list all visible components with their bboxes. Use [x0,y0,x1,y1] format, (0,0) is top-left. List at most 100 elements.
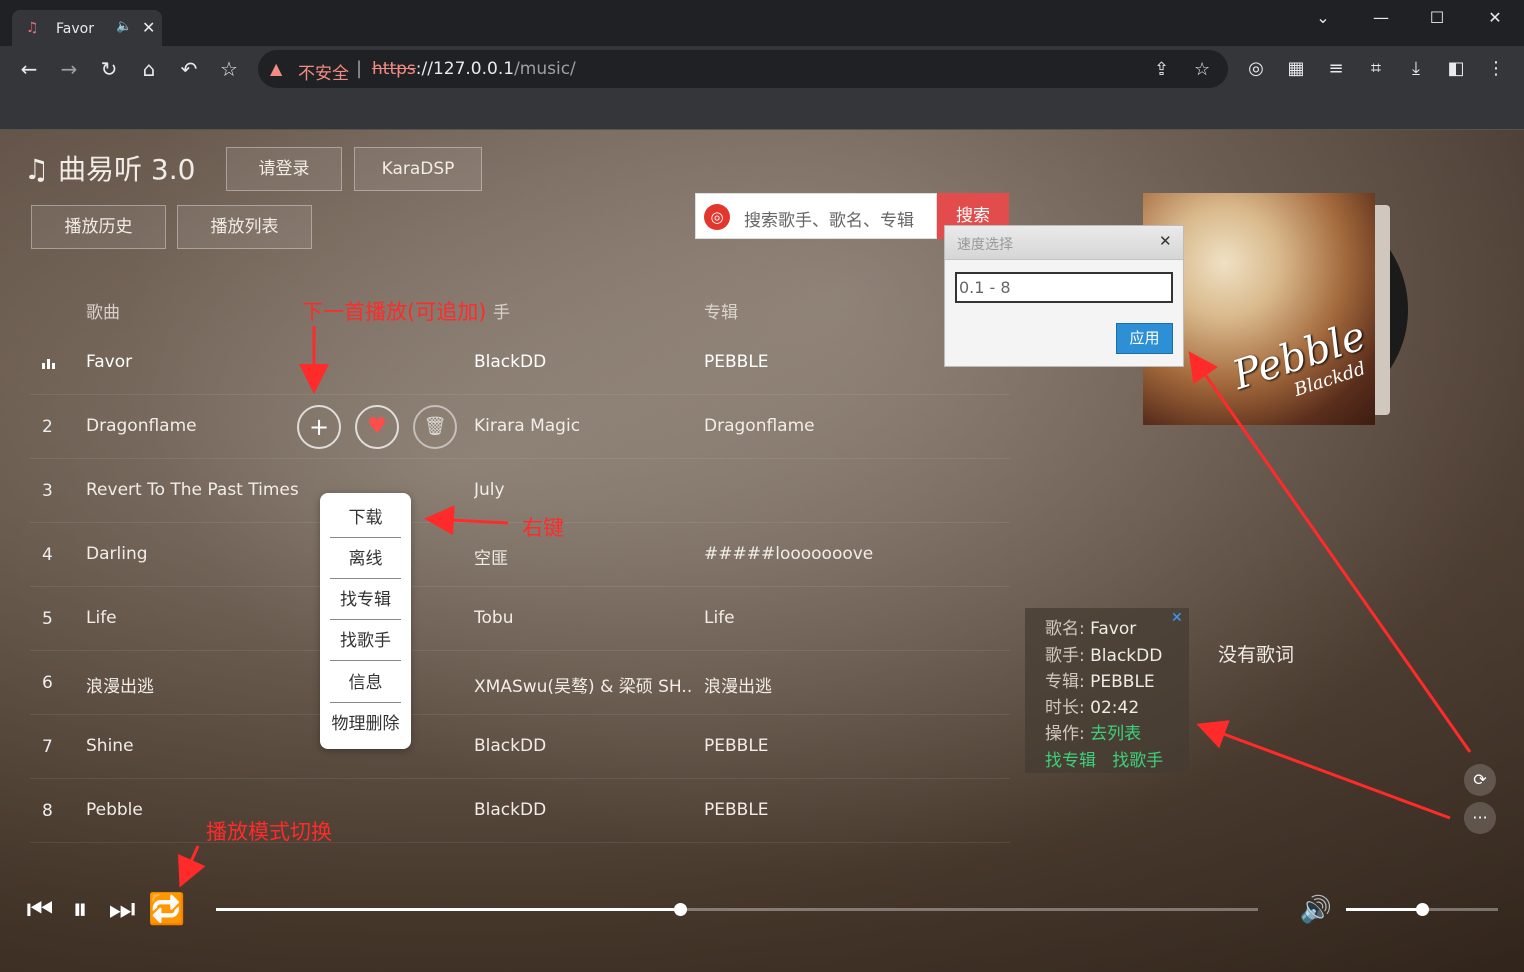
song-name[interactable]: Favor [86,352,132,372]
song-artist[interactable]: July [474,480,505,500]
table-row[interactable]: 7 Shine BlackDD PEBBLE [30,715,1010,779]
more-dots-icon[interactable]: ··· [1464,802,1496,834]
table-row[interactable]: 3 Revert To The Past Times July [30,459,1010,523]
pause-icon[interactable]: ⏸ [62,892,98,928]
song-name[interactable]: Dragonflame [86,416,197,436]
find-album-link[interactable]: 找专辑 [1045,751,1096,771]
apply-button[interactable]: 应用 [1116,323,1173,354]
download-icon[interactable]: ⤓ [1404,58,1428,79]
song-album[interactable]: #####looooooove [704,544,873,564]
song-album[interactable]: PEBBLE [704,352,769,372]
song-name[interactable]: Shine [86,736,134,756]
song-artist[interactable]: BlackDD [474,736,546,756]
song-album[interactable]: Dragonflame [704,416,815,436]
browser-tab[interactable]: ♫ Favor 🔈 ✕ [12,10,162,46]
undo-icon[interactable]: ↶ [176,56,202,82]
music-note-icon: ♫ [24,153,50,186]
app-title: ♫ 曲易听 3.0 [24,153,196,186]
table-row[interactable]: 6 浪漫出逃 XMASwu(吴骜) & 梁硕 SH... 浪漫出逃 [30,651,1010,715]
maximize-icon[interactable]: ☐ [1422,8,1452,27]
tab-search-chevron-icon[interactable]: ⌄ [1308,8,1338,27]
login-button[interactable]: 请登录 [226,147,342,191]
reading-list-icon[interactable]: ≡ [1324,58,1348,79]
song-artist[interactable]: Tobu [474,608,513,628]
find-artist-link[interactable]: 找歌手 [1112,751,1163,771]
tab-audio-icon[interactable]: 🔈 [116,19,132,34]
song-album[interactable]: PEBBLE [704,800,769,820]
volume-knob[interactable] [1416,903,1429,916]
menu-item-download[interactable]: 下载 [330,497,401,538]
extension-grid-icon[interactable]: ▦ [1284,58,1308,79]
volume-icon[interactable]: 🔊 [1298,892,1334,928]
menu-item-find-album[interactable]: 找专辑 [330,579,401,620]
music-app: ♫ 曲易听 3.0 请登录 KaraDSP 播放历史 播放列表 ◎ 搜索歌手、歌… [0,130,1524,972]
extension-glasses-icon[interactable]: ◎ [1244,58,1268,79]
next-icon[interactable]: ⏭ [104,892,140,928]
add-next-icon[interactable]: + [297,405,341,449]
table-row[interactable]: 2 Dragonflame Kirara Magic Dragonflame [30,395,1010,459]
forward-icon[interactable]: → [56,56,82,82]
progress-bar[interactable] [216,903,1258,916]
song-artist[interactable]: BlackDD [474,352,546,372]
song-album[interactable]: PEBBLE [704,736,769,756]
crop-icon[interactable]: ⌗ [1364,58,1388,79]
bookmark-star-icon[interactable]: ☆ [216,56,242,82]
window-close-icon[interactable]: ✕ [1480,8,1510,27]
song-name[interactable]: 浪漫出逃 [86,672,154,697]
home-icon[interactable]: ⌂ [136,56,162,82]
speed-icon[interactable]: ⟳ [1464,764,1496,796]
url-text[interactable]: https://127.0.0.1/music/ [372,59,576,79]
repeat-mode-icon[interactable]: 🔁 [148,892,185,928]
karadsp-button[interactable]: KaraDSP [354,147,482,191]
menu-item-offline[interactable]: 离线 [330,538,401,579]
speed-input[interactable]: 0.1 - 8 [955,272,1173,303]
song-artist[interactable]: Kirara Magic [474,416,580,436]
table-row[interactable]: Favor BlackDD PEBBLE [30,331,1010,395]
search-input[interactable]: 搜索歌手、歌名、专辑 [744,206,914,231]
menu-item-info[interactable]: 信息 [330,662,401,703]
share-icon[interactable]: ⇪ [1154,59,1169,80]
previous-icon[interactable]: ⏮ [22,892,58,928]
go-to-list-link[interactable]: 去列表 [1090,724,1141,744]
speed-dialog: 速度选择 ✕ 0.1 - 8 应用 [944,225,1184,367]
song-artist[interactable]: XMASwu(吴骜) & 梁硕 SH... [474,672,694,697]
delete-trash-icon[interactable]: 🗑 [413,405,457,449]
column-artist: 手 [493,303,510,323]
playlist-button[interactable]: 播放列表 [177,205,312,249]
song-album[interactable]: 浪漫出逃 [704,672,772,697]
annotation-right-click: 右键 [522,516,564,540]
tab-title: Favor [56,21,94,37]
info-close-icon[interactable]: ✕ [1171,610,1183,626]
sidepanel-icon[interactable]: ◧ [1444,58,1468,79]
back-icon[interactable]: ← [16,56,42,82]
table-row[interactable]: 5 Life Tobu Life [30,587,1010,651]
volume-slider[interactable] [1346,903,1498,916]
tab-close-icon[interactable]: ✕ [142,18,155,37]
song-artist[interactable]: BlackDD [474,800,546,820]
menu-item-physical-delete[interactable]: 物理删除 [330,703,401,744]
menu-dots-icon[interactable]: ⋮ [1484,58,1508,79]
song-album[interactable]: Life [704,608,735,628]
info-key: 歌手: [1045,646,1085,666]
song-name[interactable]: Darling [86,544,148,564]
star-icon[interactable]: ☆ [1194,59,1210,80]
song-artist[interactable]: 空匪 [474,544,508,569]
table-row[interactable]: 8 Pebble BlackDD PEBBLE [30,779,1010,843]
table-row[interactable]: 4 Darling 空匪 #####looooooove [30,523,1010,587]
url-separator: | [356,58,363,79]
menu-item-find-artist[interactable]: 找歌手 [330,620,401,661]
search-box[interactable]: ◎ 搜索歌手、歌名、专辑 [695,193,937,239]
reload-icon[interactable]: ↻ [96,56,122,82]
song-name[interactable]: Life [86,608,117,628]
progress-knob[interactable] [673,903,687,916]
song-name[interactable]: Pebble [86,800,143,820]
no-lyrics-label: 没有歌词 [1218,644,1295,666]
info-key: 专辑: [1045,672,1085,692]
play-history-button[interactable]: 播放历史 [31,205,166,249]
song-name[interactable]: Revert To The Past Times [86,480,299,500]
browser-toolbar: ← → ↻ ⌂ ↶ ☆ ▲ 不安全 | https://127.0.0.1/mu… [0,46,1524,92]
dialog-close-icon[interactable]: ✕ [1159,232,1172,250]
favorite-heart-icon[interactable]: ♥ [355,405,399,449]
minimize-icon[interactable]: — [1366,8,1396,27]
address-bar[interactable]: ▲ 不安全 | https://127.0.0.1/music/ ⇪ ☆ [258,50,1228,88]
